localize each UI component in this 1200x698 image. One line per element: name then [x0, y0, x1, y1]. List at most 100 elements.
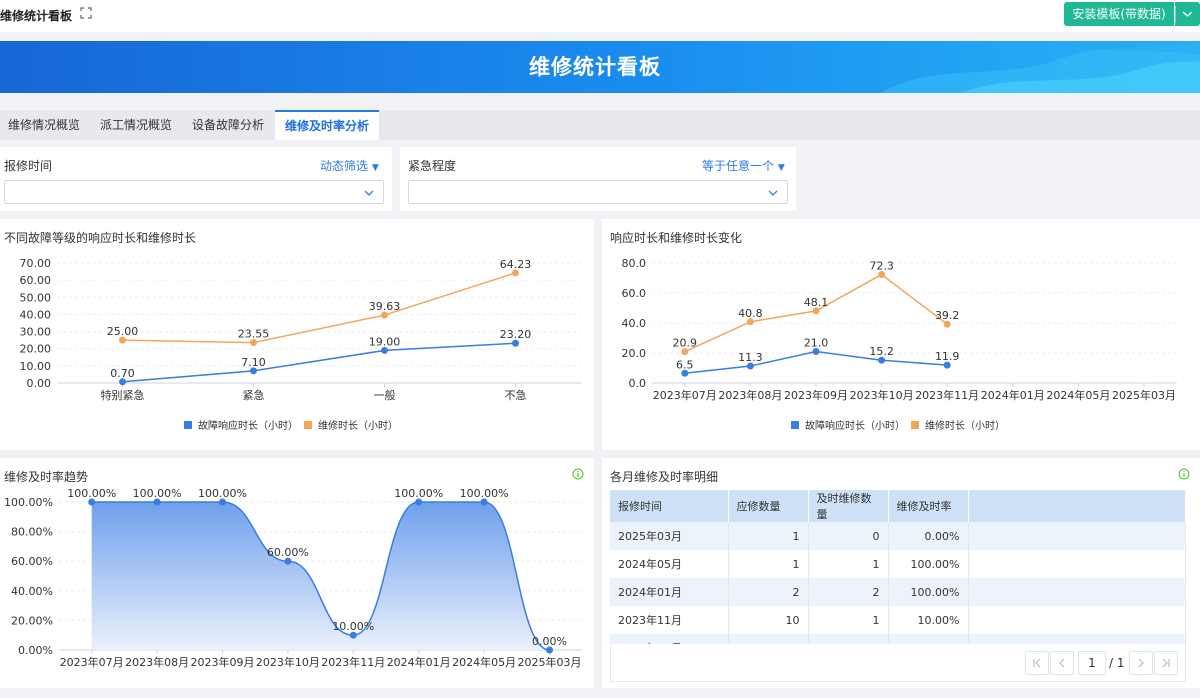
table-cell: 1 — [808, 550, 889, 578]
first-page-icon — [1033, 658, 1041, 668]
tab-timeliness-analysis[interactable]: 维修及时率分析 — [275, 110, 379, 140]
y-tick-label: 20.00% — [11, 614, 53, 627]
table-row: 2023年10月 5 3 60.00% — [610, 634, 1186, 644]
y-tick-label: 0.00% — [18, 644, 53, 657]
data-label: 100.00% — [394, 487, 443, 500]
table-cell-empty — [968, 578, 1186, 606]
chart-duration-trend: 0.020.040.060.080.02023年07月 2023年08月 2023年… — [622, 257, 1177, 432]
pager-last-button[interactable] — [1154, 651, 1178, 675]
column-header[interactable]: 应修数量 — [728, 490, 809, 522]
caret-down-icon: ▼ — [777, 163, 785, 173]
y-tick-label: 70.00 — [20, 257, 52, 270]
tab-equipment-fault[interactable]: 设备故障分析 — [184, 110, 272, 140]
y-tick-label: 40.0 — [622, 317, 647, 330]
data-label: 11.9 — [935, 350, 960, 363]
info-icon[interactable] — [1178, 468, 1190, 480]
x-tick-label: 2023年11月 — [321, 655, 385, 669]
series-line — [122, 272, 516, 344]
table-cell-empty — [968, 522, 1186, 550]
table-cell: 2 — [808, 578, 889, 606]
filter-select[interactable] — [408, 180, 788, 204]
filter-mode-dropdown[interactable]: 等于任意一个 ▼ — [702, 157, 785, 174]
data-label: 100.00% — [133, 487, 182, 500]
y-tick-label: 30.00 — [20, 326, 52, 339]
legend-swatch — [791, 421, 799, 429]
legend-label: 故障响应时长（小时） — [805, 419, 905, 432]
y-tick-label: 0.0 — [629, 377, 647, 390]
pager-next-button[interactable] — [1129, 651, 1153, 675]
data-label: 7.10 — [241, 356, 266, 369]
column-header[interactable]: 报修时间 — [610, 490, 729, 522]
x-tick-label: 2025年03月 — [1112, 388, 1176, 402]
data-label: 72.3 — [869, 260, 894, 273]
install-dropdown-button[interactable] — [1175, 2, 1200, 26]
table-cell: 0 — [808, 522, 889, 550]
filter-select[interactable] — [4, 180, 384, 204]
data-label: 15.2 — [869, 345, 894, 358]
chevron-right-icon — [1138, 658, 1144, 668]
table-scroll-area[interactable]: 报修时间 应修数量 及时维修数量 维修及时率 2025年03月 1 0 0.00… — [610, 490, 1186, 644]
expand-icon[interactable] — [80, 7, 92, 19]
data-label: 39.63 — [369, 300, 401, 313]
data-label: 20.9 — [673, 337, 698, 350]
tab-dispatch-overview[interactable]: 派工情况概览 — [92, 110, 180, 140]
x-tick-label: 2023年07月 — [60, 655, 124, 669]
x-tick-label: 2023年11月 — [915, 388, 979, 402]
install-template-button[interactable]: 安装模板(带数据) — [1064, 2, 1174, 26]
y-tick-label: 40.00 — [20, 308, 52, 321]
y-tick-label: 60.00% — [11, 555, 53, 568]
legend-swatch — [184, 421, 192, 429]
y-tick-label: 50.00 — [20, 291, 52, 304]
chart-timeliness-trend: 0.00% 20.00% 40.00% 60.00% 80.00% 100.00% 2023… — [4, 487, 583, 669]
table-cell: 100.00% — [888, 550, 969, 578]
data-label: 100.00% — [198, 487, 247, 500]
data-label: 100.00% — [67, 487, 116, 500]
data-label: 23.55 — [238, 328, 270, 341]
filter-label: 紧急程度 — [408, 159, 457, 173]
x-tick-label: 2025年03月 — [518, 655, 582, 669]
detail-table: 报修时间 应修数量 及时维修数量 维修及时率 2025年03月 1 0 0.00… — [610, 490, 1186, 644]
column-header[interactable]: 及时维修数量 — [808, 490, 889, 522]
table-row: 2024年05月 1 1 100.00% — [610, 550, 1186, 578]
table-cell: 2023年10月 — [610, 634, 729, 644]
table-cell: 10 — [728, 606, 809, 634]
data-label: 0.70 — [110, 367, 135, 380]
x-tick-label: 特别紧急 — [101, 388, 145, 402]
pager-page-input[interactable]: 1 — [1078, 651, 1106, 675]
tab-repair-overview[interactable]: 维修情况概览 — [0, 110, 88, 140]
data-label: 60.00% — [267, 546, 309, 559]
table-cell: 2023年11月 — [610, 606, 729, 634]
table-cell: 1 — [728, 550, 809, 578]
x-tick-label: 2024年01月 — [981, 388, 1045, 402]
data-label: 19.00 — [369, 335, 401, 348]
table-cell: 100.00% — [888, 578, 969, 606]
table-cell: 2 — [728, 578, 809, 606]
pager-prev-button[interactable] — [1050, 651, 1074, 675]
y-tick-label: 20.00 — [20, 343, 52, 356]
chevron-left-icon — [1059, 658, 1065, 668]
x-tick-label: 2023年07月 — [653, 388, 717, 402]
legend-label: 维修时长（小时） — [925, 419, 1005, 432]
data-label: 40.8 — [738, 307, 763, 320]
last-page-icon — [1162, 658, 1170, 668]
table-cell-empty — [968, 606, 1186, 634]
x-tick-label: 2023年08月 — [125, 655, 189, 669]
data-label: 64.23 — [500, 258, 532, 271]
table-row: 2024年01月 2 2 100.00% — [610, 578, 1186, 606]
table-cell: 2024年01月 — [610, 578, 729, 606]
y-tick-label: 100.00% — [4, 496, 53, 509]
data-label: 25.00 — [107, 325, 139, 338]
data-label: 0.00% — [532, 635, 567, 648]
table-cell-empty — [968, 634, 1186, 644]
pager-first-button[interactable] — [1025, 651, 1049, 675]
x-tick-label: 紧急 — [243, 388, 265, 402]
banner-title: 维修统计看板 — [529, 55, 661, 79]
table-cell: 0.00% — [888, 522, 969, 550]
table-cell: 1 — [728, 522, 809, 550]
legend-swatch — [911, 421, 919, 429]
legend-swatch — [304, 421, 312, 429]
filter-mode-dropdown[interactable]: 动态筛选 ▼ — [320, 157, 379, 174]
x-tick-label: 2024年01月 — [387, 655, 451, 669]
banner: 维修统计看板 — [0, 41, 1200, 93]
column-header[interactable]: 维修及时率 — [888, 490, 969, 522]
